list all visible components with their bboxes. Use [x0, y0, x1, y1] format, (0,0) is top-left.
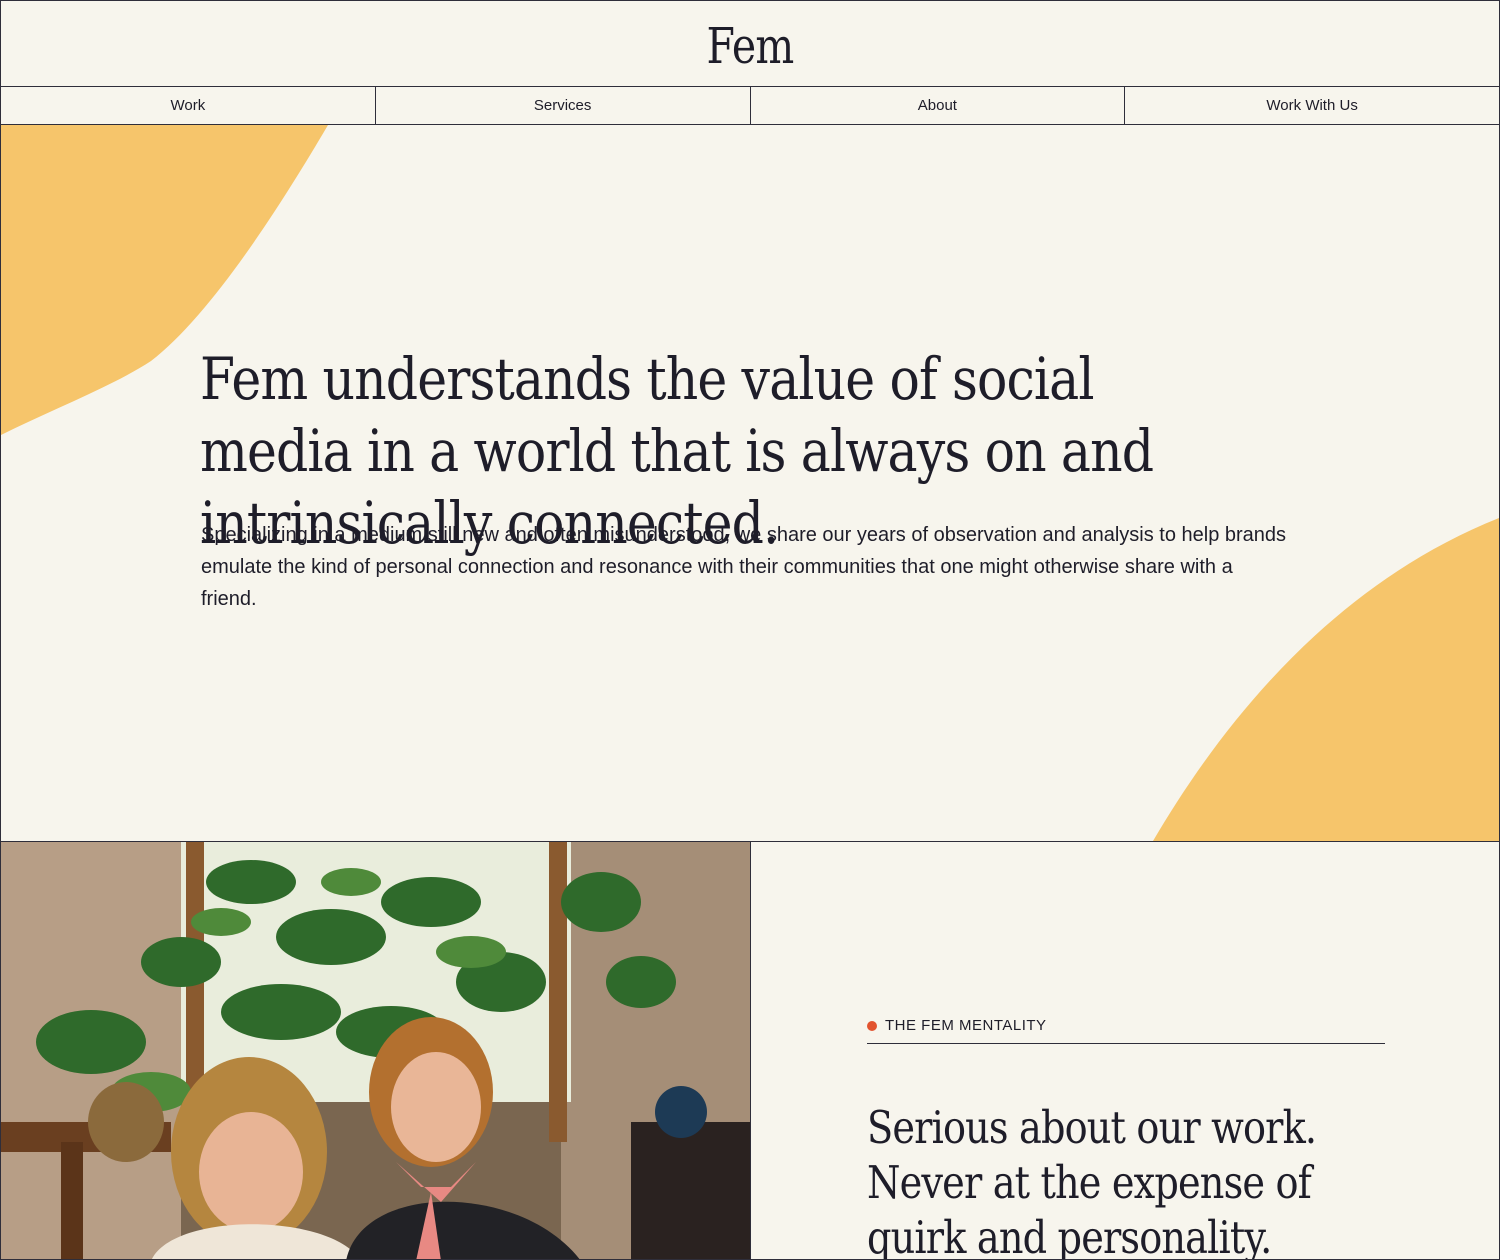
team-photo-illustration: [1, 842, 750, 1259]
mentality-heading: Serious about our work. Never at the exp…: [867, 1101, 1317, 1260]
team-photo: [1, 842, 751, 1259]
nav-item-work[interactable]: Work: [1, 87, 376, 124]
hero-intro-text: Specializing in a medium still new and o…: [201, 524, 1287, 610]
main-nav: Work Services About Work With Us: [1, 87, 1499, 125]
hero-section: Fem understands the value of social medi…: [1, 125, 1499, 842]
nav-item-about[interactable]: About: [751, 87, 1126, 124]
site-header: Fem: [1, 1, 1499, 87]
section-eyebrow: THE FEM MENTALITY: [867, 1017, 1385, 1044]
dot-icon: [867, 1021, 877, 1031]
eyebrow-label: THE FEM MENTALITY: [885, 1017, 1047, 1034]
mentality-section: THE FEM MENTALITY Serious about our work…: [751, 842, 1499, 1260]
site-logo[interactable]: Fem: [707, 17, 795, 75]
page-frame: Fem Work Services About Work With Us Fem…: [0, 0, 1500, 1260]
nav-item-work-with-us[interactable]: Work With Us: [1125, 87, 1499, 124]
nav-item-services[interactable]: Services: [376, 87, 751, 124]
